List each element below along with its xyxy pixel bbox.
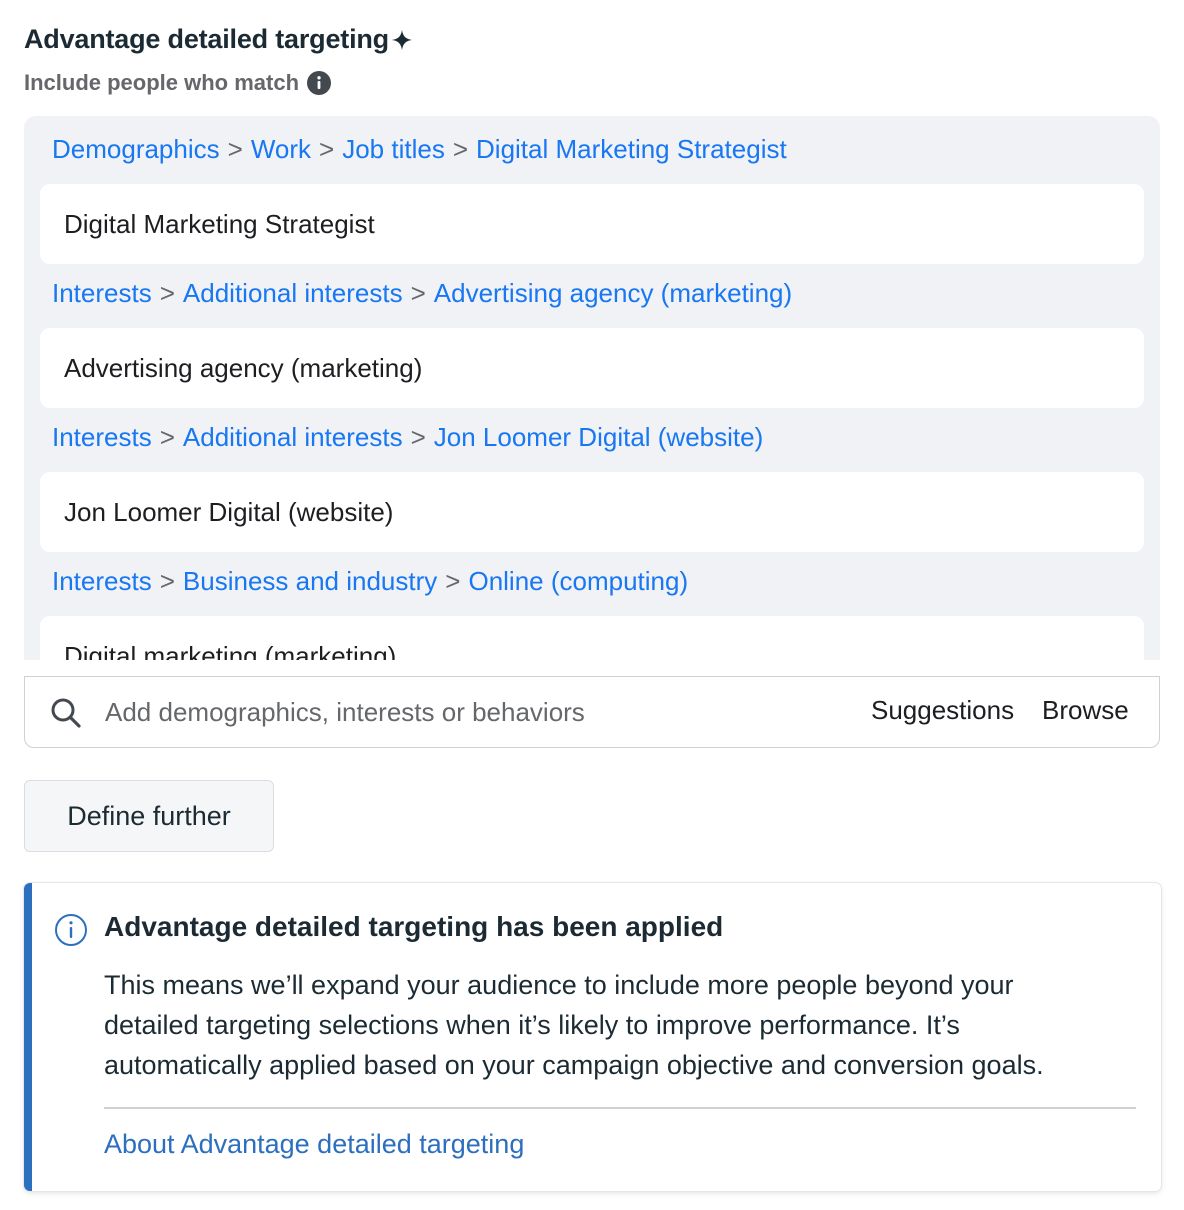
include-subtitle: Include people who match xyxy=(24,70,332,96)
targeting-item-label: Digital marketing (marketing) xyxy=(64,640,397,661)
path-separator: > xyxy=(159,278,175,308)
targeting-item-card[interactable]: Jon Loomer Digital (website) xyxy=(40,472,1144,552)
notice-body-line: detailed targeting selections when it’s … xyxy=(104,1010,960,1040)
path-crumb[interactable]: Business and industry xyxy=(183,566,437,596)
path-separator: > xyxy=(410,278,426,308)
path-separator: > xyxy=(159,566,175,596)
targeting-search-input[interactable] xyxy=(105,689,805,735)
info-outline-icon xyxy=(54,913,88,947)
path-crumb[interactable]: Digital Marketing Strategist xyxy=(476,134,787,164)
targeting-path: Interests > Additional interests > Jon Loome… xyxy=(52,422,763,453)
path-crumb[interactable]: Interests xyxy=(52,566,152,596)
path-separator: > xyxy=(159,422,175,452)
about-advantage-link[interactable]: About Advantage detailed targeting xyxy=(104,1129,524,1160)
targeting-item-label: Jon Loomer Digital (website) xyxy=(64,496,394,527)
path-separator: > xyxy=(445,566,461,596)
targeting-item-card[interactable]: Digital Marketing Strategist xyxy=(40,184,1144,264)
advantage-notice: Advantage detailed targeting has been ap… xyxy=(24,883,1161,1191)
notice-title: Advantage detailed targeting has been ap… xyxy=(104,911,724,942)
browse-link[interactable]: Browse xyxy=(1042,695,1129,726)
notice-body-line: This means we’ll expand your audience to… xyxy=(104,970,1014,1000)
targeting-item-card[interactable]: Advertising agency (marketing) xyxy=(40,328,1144,408)
notice-body: This means we’ll expand your audience to… xyxy=(104,965,1134,1085)
path-crumb[interactable]: Advertising agency (marketing) xyxy=(434,278,792,308)
path-crumb[interactable]: Interests xyxy=(52,422,152,452)
path-separator: > xyxy=(227,134,243,164)
path-separator: > xyxy=(319,134,335,164)
path-crumb[interactable]: Additional interests xyxy=(183,422,403,452)
notice-accent-bar xyxy=(24,883,32,1191)
path-crumb[interactable]: Job titles xyxy=(342,134,445,164)
include-subtitle-text: Include people who match xyxy=(24,70,300,95)
targeting-path: Demographics > Work > Job titles > Digital Mar… xyxy=(52,134,787,165)
info-filled-icon[interactable] xyxy=(307,71,332,95)
define-further-button[interactable]: Define further xyxy=(24,780,274,852)
search-icon xyxy=(49,696,83,730)
section-title: Advantage detailed targeting xyxy=(24,24,413,55)
section-title-text: Advantage detailed targeting xyxy=(24,24,389,54)
notice-body-line: automatically applied based on your camp… xyxy=(104,1050,1044,1080)
sparkle-icon xyxy=(391,29,413,51)
path-separator: > xyxy=(452,134,469,164)
path-crumb[interactable]: Demographics xyxy=(52,134,220,164)
notice-divider xyxy=(104,1107,1136,1109)
targeting-path: Interests > Additional interests > Advertisi… xyxy=(52,278,792,309)
path-crumb[interactable]: Interests xyxy=(52,278,152,308)
targeting-search-bar: Suggestions Browse xyxy=(24,676,1160,748)
path-crumb[interactable]: Online (computing) xyxy=(468,566,688,596)
targeting-item-label: Digital Marketing Strategist xyxy=(64,208,375,239)
selected-targeting-panel: Demographics > Work > Job titles > Digital Mar… xyxy=(24,116,1160,660)
path-crumb[interactable]: Additional interests xyxy=(183,278,403,308)
targeting-item-card[interactable]: Digital marketing (marketing) xyxy=(40,616,1144,660)
suggestions-link[interactable]: Suggestions xyxy=(871,695,1014,726)
path-crumb[interactable]: Work xyxy=(251,134,311,164)
targeting-item-label: Advertising agency (marketing) xyxy=(64,352,423,383)
path-crumb[interactable]: Jon Loomer Digital (website) xyxy=(434,422,763,452)
path-separator: > xyxy=(410,422,426,452)
targeting-path: Interests > Business and industry > Online (… xyxy=(52,566,688,597)
